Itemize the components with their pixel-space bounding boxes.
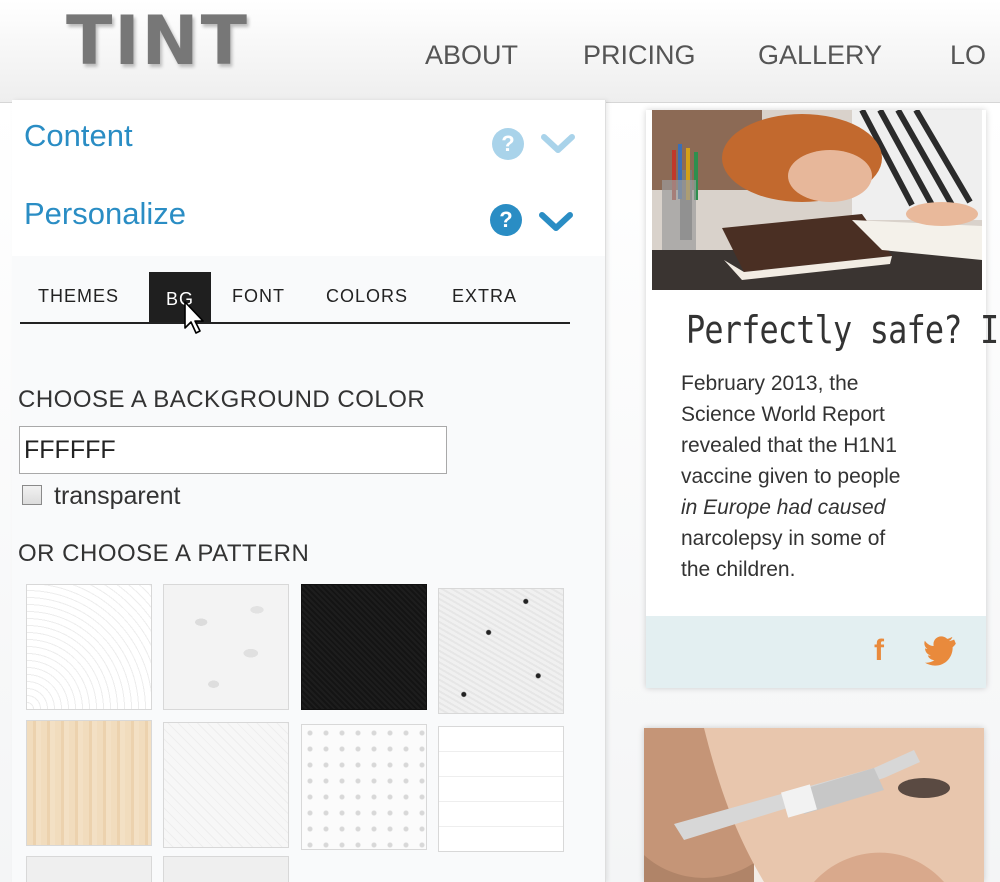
content-section-title: Content [24,118,133,153]
pattern-swatch-curves[interactable] [26,584,152,710]
post-text-line: revealed that the H1N1 [681,434,897,457]
post-text-line: vaccine given to people [681,465,901,488]
pattern-swatch-wood[interactable] [26,720,152,846]
tabs-underline [20,322,570,324]
tab-extra[interactable]: EXTRA [452,286,517,307]
post-title: Perfectly safe? In [686,308,1000,352]
post-text-line: February 2013, the [681,372,859,395]
tab-themes[interactable]: THEMES [38,286,119,307]
pattern-swatch-dotted-paper[interactable] [438,588,564,714]
post-text-line: in Europe had caused [681,496,886,519]
pattern-swatch-grid-light[interactable] [438,726,564,852]
chevron-down-icon[interactable] [540,132,576,156]
nav-login[interactable]: LO [950,40,986,71]
pattern-swatch-partial[interactable] [26,856,152,882]
post-text-line: the children. [681,558,796,581]
chevron-down-icon[interactable] [538,210,574,234]
personalize-section-title: Personalize [24,196,186,231]
twitter-icon[interactable] [924,636,960,666]
tint-logo[interactable]: TINT [66,2,249,81]
nav-about[interactable]: ABOUT [425,40,518,71]
post-share-bar: f [646,616,986,688]
post-card[interactable] [644,728,984,882]
mouse-cursor-icon [184,301,204,334]
tab-colors[interactable]: COLORS [326,286,408,307]
transparent-label: transparent [54,482,181,510]
post-text-line: narcolepsy in some of [681,527,886,550]
pattern-swatch-diagonal-light[interactable] [163,722,289,848]
personalize-section-header[interactable]: Personalize ? [12,180,605,256]
post-photo-google-glass [644,728,984,882]
bg-color-input[interactable] [19,426,447,474]
pattern-swatch-floral-grey[interactable] [163,584,289,710]
pattern-swatch-black-texture[interactable] [301,584,427,710]
settings-sidebar: Content ? Personalize ? THEMES BG FONT C… [12,100,606,882]
nav-pricing[interactable]: PRICING [583,40,696,71]
content-section-header[interactable]: Content ? [12,100,605,181]
help-icon[interactable]: ? [492,128,524,160]
post-card[interactable]: Perfectly safe? In February 2013, the Sc… [646,110,1000,688]
pattern-swatch-partial[interactable] [163,856,289,882]
post-photo-sleeping-student [652,110,982,290]
facebook-icon[interactable]: f [874,634,884,668]
post-text-line: Science World Report [681,403,885,426]
tab-font[interactable]: FONT [232,286,285,307]
transparent-checkbox[interactable] [22,485,42,505]
help-icon[interactable]: ? [490,204,522,236]
pattern-label: OR CHOOSE A PATTERN [18,540,310,567]
bg-color-label: CHOOSE A BACKGROUND COLOR [18,386,426,413]
site-header: TINT ABOUT PRICING GALLERY LO [0,0,1000,103]
nav-gallery[interactable]: GALLERY [758,40,882,71]
pattern-swatch-dots-light[interactable] [301,724,427,850]
